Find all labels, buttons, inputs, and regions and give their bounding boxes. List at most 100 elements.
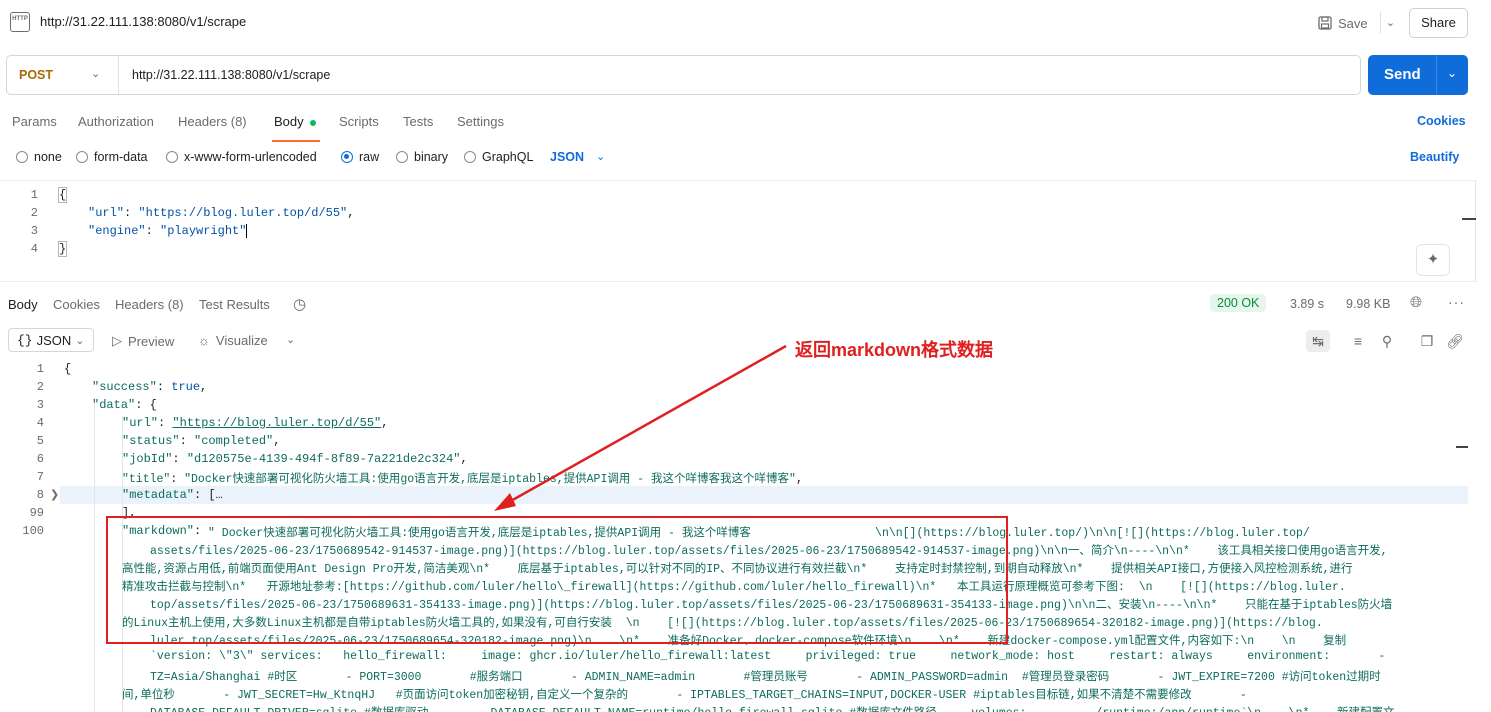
method-chevron-down-icon[interactable]: ⌄ [91,67,100,80]
body-format-chevron-down-icon[interactable]: ⌄ [596,150,605,163]
save-label: Save [1338,15,1368,31]
body-format-select[interactable]: JSON [550,150,584,164]
tab-tests[interactable]: Tests [403,114,433,129]
annotation-label: 返回markdown格式数据 [795,340,994,360]
json-value: "d120575e-4139-494f-8f89-7a221de2c324" [186,452,461,466]
line-number: 99 [29,506,44,520]
json-key: "url" [122,416,159,430]
save-button[interactable]: Save [1318,12,1368,34]
response-tab-headers[interactable]: Headers (8) [115,297,184,312]
radio-label: GraphQL [482,150,534,164]
visualize-icon: ☼ [198,333,210,348]
json-key: "jobId" [122,452,173,466]
line-number: 2 [36,380,44,394]
send-button[interactable]: Send ⌄ [1368,55,1468,95]
response-time: 3.89 s [1290,297,1325,311]
indent-guide [94,398,95,712]
json-key: "data" [92,398,136,412]
line-number: 6 [36,452,44,466]
response-tab-test-results[interactable]: Test Results [199,297,270,312]
line-number: 5 [36,434,44,448]
json-value: true [171,380,201,394]
tab-headers[interactable]: Headers (8) [178,114,247,129]
more-icon[interactable]: ··· [1448,294,1465,310]
radio-label: none [34,150,62,164]
preview-icon: ▷ [112,333,122,348]
json-key: "engine" [88,224,146,238]
line-number: 3 [30,224,38,238]
search-icon[interactable]: ⚲ [1375,330,1399,352]
tab-settings[interactable]: Settings [457,114,504,129]
filter-icon[interactable]: ≡ [1346,330,1370,352]
tab-body[interactable]: Body [274,114,316,129]
copy-icon[interactable]: ❐ [1415,330,1439,352]
editor-scrollbar[interactable] [1475,180,1476,282]
body-type-form-data[interactable]: form-data [76,150,148,164]
fold-chevron-right-icon[interactable]: ❯ [50,488,59,501]
code-line: } [58,241,68,257]
body-type-none[interactable]: none [16,150,62,164]
wrap-icon[interactable]: ↹ [1306,330,1330,352]
json-key: "success" [92,380,157,394]
markdown-line: 间,单位秒 - JWT_SECRET=Hw_KtnqHJ #页面访问token加… [122,689,1247,702]
history-icon[interactable]: ◷ [293,295,306,313]
active-tab-underline [272,140,320,142]
radio-icon [76,151,88,163]
tab-authorization[interactable]: Authorization [78,114,154,129]
magic-icon[interactable]: ✦ [1416,244,1450,276]
response-tab-body[interactable]: Body [8,297,38,312]
response-format-label: JSON [36,332,72,348]
body-type-graphql[interactable]: GraphQL [464,150,533,164]
code-line: "data": { [92,398,157,412]
code-line: "url": "https://blog.luler.top/d/55", [122,416,389,430]
line-number: 8 [36,488,44,502]
url-input[interactable]: http://31.22.111.138:8080/v1/scrape [132,68,330,82]
cookies-link[interactable]: Cookies [1417,114,1466,128]
body-type-urlencoded[interactable]: x-www-form-urlencoded [166,150,317,164]
body-active-dot [309,119,316,126]
json-value: "playwright" [160,224,247,238]
code-line: "jobId": "d120575e-4139-494f-8f89-7a221d… [122,452,468,466]
send-chevron-down-icon[interactable]: ⌄ [1440,66,1464,80]
chevron-down-icon: ⌄ [75,334,85,347]
send-divider [1436,55,1437,95]
response-format-select[interactable]: {} JSON ⌄ [8,328,94,352]
code-line: "engine": "playwright" [88,224,248,238]
body-type-raw[interactable]: raw [341,150,379,164]
json-link-value[interactable]: "https://blog.luler.top/d/55" [172,416,381,430]
visualize-chevron-down-icon[interactable]: ⌄ [286,333,295,346]
tab-params[interactable]: Params [12,114,57,129]
code-line: "metadata": [… [122,488,223,502]
save-options-chevron-down-icon[interactable]: ⌄ [1380,12,1400,34]
code-line: { [58,187,68,203]
method-select[interactable]: POST [19,68,53,82]
response-tab-cookies[interactable]: Cookies [53,297,100,312]
save-icon [1318,16,1332,30]
visualize-button[interactable]: ☼ Visualize [198,333,268,348]
globe-icon[interactable]: 🌐︎ [1410,294,1422,311]
radio-icon [464,151,476,163]
response-scroll-thumb[interactable] [1456,446,1468,448]
editor-scroll-thumb[interactable] [1462,218,1476,220]
radio-label: raw [359,150,380,164]
annotation-arrow [494,344,787,511]
code-line: "url": "https://blog.luler.top/d/55", [88,206,355,220]
beautify-button[interactable]: Beautify [1410,150,1459,164]
radio-label: form-data [94,150,148,164]
request-title[interactable]: http://31.22.111.138:8080/v1/scrape [40,14,246,29]
share-button[interactable]: Share [1409,8,1468,38]
json-collapsed-value[interactable]: [… [208,488,222,502]
preview-button[interactable]: ▷ Preview [112,333,174,349]
json-key: "title" [122,473,171,486]
link-icon[interactable]: 🔗︎ [1443,330,1467,352]
tab-scripts[interactable]: Scripts [339,114,379,129]
open-brace: { [58,187,68,203]
radio-icon [166,151,178,163]
json-value: "https://blog.luler.top/d/55" [138,206,348,220]
line-number: 100 [22,524,44,538]
radio-selected-icon [341,151,353,163]
json-value: "completed" [194,434,274,448]
close-brace: } [58,241,68,257]
line-number: 3 [36,398,44,412]
body-type-binary[interactable]: binary [396,150,448,164]
